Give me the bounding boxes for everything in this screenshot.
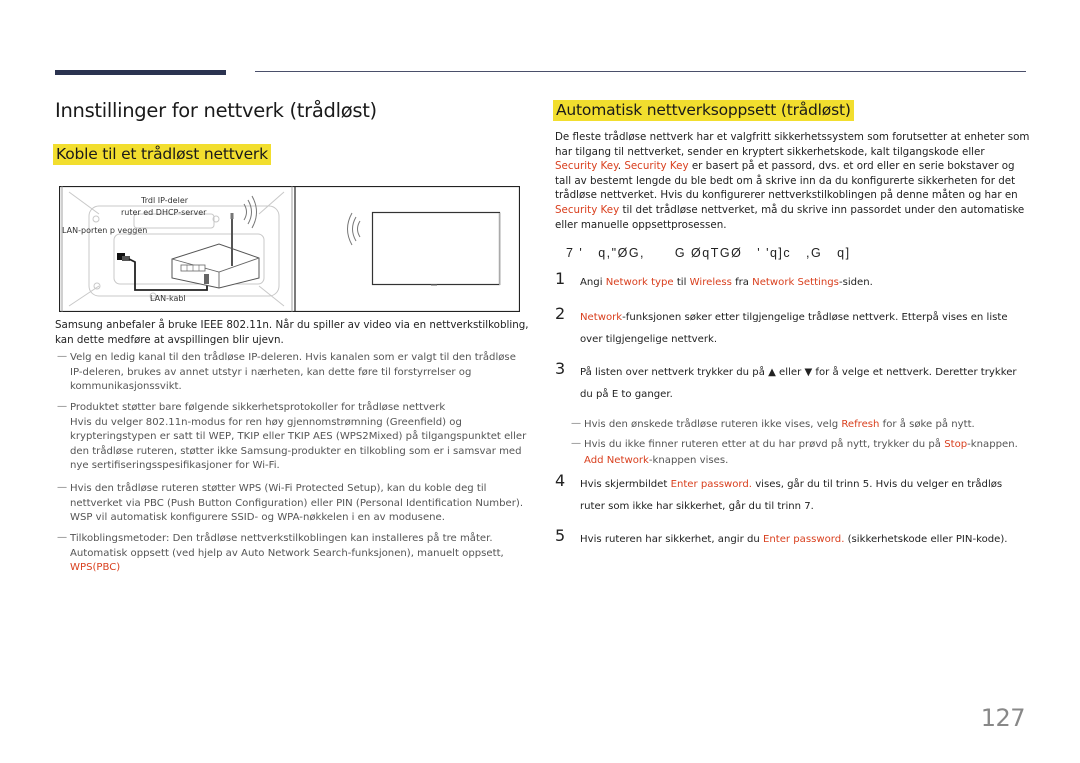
note-channel: — Velg en ledig kanal til den trådløse I… [57, 351, 527, 395]
note-text: Produktet støtter bare følgende sikkerhe… [70, 402, 446, 413]
link-network-type[interactable]: Network type [606, 277, 674, 288]
right-intro-paragraph: De fleste trådløse nettverk har et valgf… [555, 130, 1030, 232]
page-number: 127 [980, 704, 1026, 732]
step-4: 4 Hvis skjermbildet Enter password. vise… [555, 471, 1030, 517]
note-text: Velg en ledig kanal til den trådløse IP-… [70, 352, 516, 393]
link-security-key[interactable]: Security Key [555, 204, 619, 216]
note-text: Tilkoblingsmetoder: Den trådløse nettver… [57, 532, 527, 576]
note-text-body: Tilkoblingsmetoder: Den trådløse nettver… [70, 533, 504, 559]
step-1: 1 Angi Network type til Wireless fra Net… [555, 269, 1030, 294]
step-number: 3 [555, 359, 566, 378]
intro-text: til det trådløse nettverket, må du skriv… [555, 203, 1025, 231]
step-3: 3 På listen over nettverk trykker du på … [555, 359, 1030, 405]
link-network-settings[interactable]: Network Settings [752, 277, 839, 288]
step-text: Angi Network type til Wireless fra Netwo… [580, 277, 873, 288]
step-number: 4 [555, 471, 566, 490]
diagram-label-router: Trdl IP-deler [141, 196, 189, 205]
link-enter-password[interactable]: Enter password. [763, 534, 844, 545]
link-enter-password[interactable]: Enter password. [671, 479, 752, 490]
link-wps-pbc[interactable]: WPS(PBC) [70, 562, 120, 573]
link-refresh[interactable]: Refresh [841, 419, 879, 430]
diagram-graphic [58, 185, 521, 313]
section-heading-connect-wireless: Koble til et trådløst nettverk [53, 144, 271, 165]
note-text: Hvis du ikke finner ruteren etter at du … [584, 439, 1018, 466]
step-text: Hvis ruteren har sikkerhet, angir du Ent… [580, 534, 1008, 545]
step-text: På listen over nettverk trykker du på ▲ … [580, 367, 1017, 400]
heading-text: Automatisk nettverksoppsett (trådløst) [553, 100, 854, 121]
step-2: 2 Network-funksjonen søker etter tilgjen… [555, 304, 1030, 350]
link-wireless[interactable]: Wireless [690, 277, 732, 288]
link-network[interactable]: Network [580, 312, 622, 323]
note-dash-icon: — [57, 482, 68, 493]
note-security-protocols: — Produktet støtter bare følgende sikker… [57, 401, 527, 474]
intro-text: De fleste trådløse nettverk har et valgf… [555, 131, 1030, 158]
step-5: 5 Hvis ruteren har sikkerhet, angir du E… [555, 526, 1030, 551]
header-accent-bar [55, 70, 226, 75]
link-stop[interactable]: Stop [944, 439, 967, 450]
note-connection-methods: — Tilkoblingsmetoder: Den trådløse nettv… [57, 532, 527, 576]
link-security-key[interactable]: Security Key [624, 160, 688, 172]
left-intro-paragraph: Samsung anbefaler å bruke IEEE 802.11n. … [55, 319, 529, 346]
diagram-label-wall-port: LAN-porten p veggen [62, 226, 148, 235]
link-security-key[interactable]: Security Key [555, 160, 618, 172]
header-rule [255, 71, 1026, 72]
note-wps: — Hvis den trådløse ruteren støtter WPS … [57, 482, 527, 526]
network-diagram: Trdl IP-deler ruter ed DHCP-server LAN-p… [58, 185, 521, 313]
procedure-heading: 7 ' q,"ØG, G ØqTGØ ' 'q]c ,G q] [566, 246, 851, 260]
note-dash-icon: — [571, 438, 582, 449]
note-text: Hvis den ønskede trådløse ruteren ikke v… [584, 419, 975, 430]
note-dash-icon: — [57, 532, 68, 543]
link-add-network[interactable]: Add Network [584, 455, 649, 466]
diagram-label-dhcp: ruter ed DHCP-server [121, 208, 207, 217]
section-heading-auto-setup: Automatisk nettverksoppsett (trådløst) [553, 100, 854, 121]
display-icon [371, 211, 501, 286]
note-dash-icon: — [57, 351, 68, 362]
diagram-label-cable: LAN-kabl [150, 294, 186, 303]
step-number: 2 [555, 304, 566, 323]
note-extra-text: Hvis du velger 802.11n-modus for ren høy… [70, 416, 527, 472]
router-icon [171, 213, 260, 289]
step-number: 1 [555, 269, 566, 288]
step-text: Network-funksjonen søker etter tilgjenge… [580, 312, 1008, 345]
note-text: Hvis den trådløse ruteren støtter WPS (W… [70, 483, 524, 524]
step-text: Hvis skjermbildet Enter password. vises,… [580, 479, 1003, 512]
step-number: 5 [555, 526, 566, 545]
note-dash-icon: — [57, 401, 68, 412]
note-stop: — Hvis du ikke finner ruteren etter at d… [571, 437, 1031, 469]
note-dash-icon: — [571, 418, 582, 429]
wifi-signal-icon-display [347, 212, 361, 246]
heading-text: Koble til et trådløst nettverk [53, 144, 271, 165]
wifi-signal-icon [243, 195, 257, 229]
note-refresh: — Hvis den ønskede trådløse ruteren ikke… [571, 417, 1031, 433]
page-title: Innstillinger for nettverk (trådløst) [55, 99, 377, 122]
